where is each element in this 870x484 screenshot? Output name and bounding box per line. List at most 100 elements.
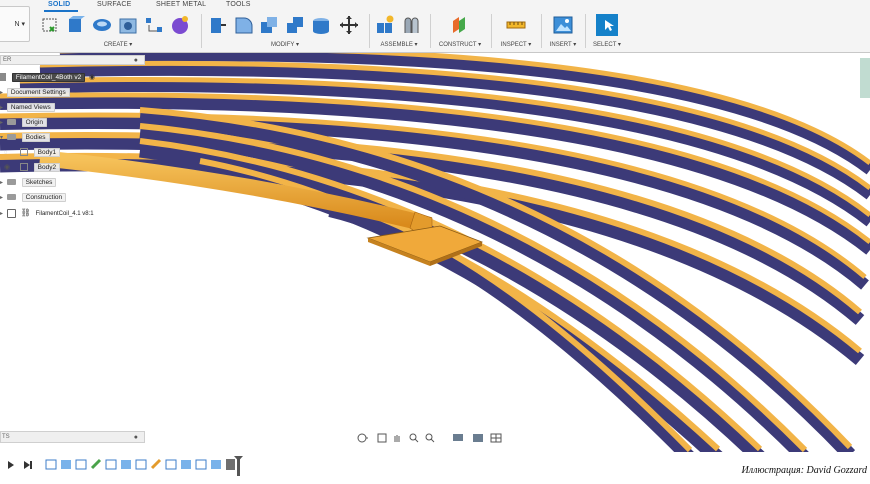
orbit-icon[interactable] — [357, 433, 368, 443]
comments-label: TS — [2, 434, 10, 440]
tab-sheet-metal[interactable]: SHEET METAL — [156, 1, 206, 8]
timeline — [0, 452, 870, 479]
toolbar-divider — [491, 14, 492, 48]
measure-icon[interactable] — [506, 15, 526, 35]
browser-item-linked-component[interactable]: ▸ ⛓ FilamentCoil_4.1 v8:1 — [0, 207, 94, 218]
press-pull-icon[interactable] — [207, 15, 227, 35]
browser-item-label: Origin — [21, 118, 47, 127]
browser-item-label: Document Settings — [6, 88, 70, 97]
browser-item-label: Construction — [21, 193, 67, 202]
joint-icon[interactable] — [401, 15, 421, 35]
select-menu[interactable]: SELECT ▾ — [588, 41, 626, 48]
expand-arrow-icon[interactable]: ▸ — [0, 178, 3, 189]
tab-solid[interactable]: SOLID — [48, 1, 70, 8]
visibility-eye-icon[interactable]: ◌ — [4, 148, 12, 159]
assemble-menu[interactable]: ASSEMBLE ▾ — [372, 41, 426, 48]
combine-icon[interactable] — [285, 15, 305, 35]
expand-arrow-icon[interactable]: ▸ — [0, 118, 3, 129]
construct-menu[interactable]: CONSTRUCT ▾ — [433, 41, 487, 48]
fit-icon[interactable] — [425, 433, 435, 443]
revolve-icon[interactable] — [92, 15, 112, 35]
play-icon[interactable] — [8, 461, 14, 469]
document-root[interactable]: FilamentCoil_4Both v2 ◉ — [0, 72, 95, 83]
grid-settings-icon[interactable] — [473, 434, 483, 442]
browser-settings-icon[interactable]: ● — [134, 56, 138, 65]
workspace-switcher[interactable]: N ▾ — [0, 6, 30, 42]
tab-surface[interactable]: SURFACE — [97, 1, 131, 8]
viewports-icon[interactable] — [490, 433, 502, 443]
construct-group: CONSTRUCT ▾ — [433, 12, 487, 50]
browser-item-label: Sketches — [21, 178, 57, 187]
folder-icon — [6, 119, 16, 126]
component-icon — [6, 208, 16, 218]
modify-menu[interactable]: MODIFY ▾ — [205, 41, 365, 48]
toolbar-divider — [369, 14, 370, 48]
browser-header: ER ● — [0, 55, 145, 65]
modify-group: MODIFY ▾ — [205, 12, 365, 50]
browser-item-label: Body1 — [33, 148, 61, 157]
insert-menu[interactable]: INSERT ▾ — [544, 41, 582, 48]
split-body-icon[interactable] — [311, 15, 331, 35]
folder-icon — [6, 134, 16, 141]
browser-item-origin[interactable]: ▸ Origin — [0, 117, 47, 128]
document-icon — [0, 73, 6, 82]
expand-arrow-icon[interactable]: ▾ — [0, 133, 3, 144]
pattern-icon[interactable] — [144, 15, 164, 35]
display-settings-icon[interactable] — [453, 434, 463, 441]
new-component-icon[interactable] — [375, 15, 395, 35]
shell-icon[interactable] — [259, 15, 279, 35]
create-menu[interactable]: CREATE ▾ — [38, 41, 198, 48]
visibility-eye-icon[interactable]: ◉ — [4, 162, 12, 173]
expand-arrow-icon[interactable]: ▸ — [0, 193, 3, 204]
move-icon[interactable] — [339, 15, 359, 35]
pan-icon[interactable] — [394, 435, 400, 442]
comments-panel[interactable]: TS ● — [0, 431, 145, 443]
inspect-menu[interactable]: INSPECT ▾ — [494, 41, 538, 48]
insert-group: INSERT ▾ — [544, 12, 582, 50]
select-group: SELECT ▾ — [588, 12, 626, 50]
expand-arrow-icon[interactable]: ▸ — [0, 88, 3, 99]
browser-item-body2[interactable]: ◉ Body2 — [4, 162, 61, 173]
select-icon[interactable] — [596, 14, 618, 36]
look-at-icon[interactable] — [377, 433, 387, 443]
tab-tools[interactable]: TOOLS — [226, 1, 251, 8]
browser-title: ER — [3, 57, 12, 63]
body-icon — [19, 148, 28, 157]
canvas-viewport[interactable] — [0, 52, 870, 458]
document-name: FilamentCoil_4Both v2 — [11, 73, 86, 82]
comments-settings-icon[interactable]: ● — [134, 432, 138, 443]
main-toolbar: N ▾ SOLID SURFACE SHEET METAL TOOLS CREA… — [0, 0, 870, 53]
toolbar-divider — [585, 14, 586, 48]
zoom-icon[interactable] — [409, 433, 419, 443]
navigation-bar — [355, 431, 515, 443]
create-group: CREATE ▾ — [38, 12, 198, 50]
fillet-icon[interactable] — [233, 15, 253, 35]
timeline-marker-icon[interactable] — [234, 456, 243, 476]
active-target-icon[interactable]: ◉ — [89, 74, 95, 81]
browser-item-label: Bodies — [21, 133, 50, 142]
browser-item-bodies[interactable]: ▾ Bodies — [0, 132, 50, 143]
extrude-icon[interactable] — [65, 15, 85, 35]
new-sketch-icon[interactable] — [40, 15, 60, 35]
browser-item-document-settings[interactable]: ▸ Document Settings — [0, 87, 70, 98]
step-forward-icon[interactable] — [24, 461, 32, 469]
browser-item-sketches[interactable]: ▸ Sketches — [0, 177, 57, 189]
offset-plane-icon[interactable] — [450, 15, 470, 35]
folder-icon — [6, 194, 16, 201]
browser-item-construction[interactable]: ▸ Construction — [0, 192, 67, 204]
expand-arrow-icon[interactable]: ▸ — [0, 103, 3, 114]
insert-image-icon[interactable] — [553, 15, 573, 35]
browser-item-named-views[interactable]: ▸ Named Views — [0, 102, 55, 113]
toolbar-divider — [430, 14, 431, 48]
form-icon[interactable] — [170, 15, 190, 35]
coil-model[interactable] — [0, 52, 870, 458]
browser-item-label: Named Views — [6, 103, 55, 112]
toolbar-divider — [201, 14, 202, 48]
timeline-features[interactable] — [45, 458, 235, 470]
browser-item-body1[interactable]: ◌ Body1 — [4, 147, 61, 159]
image-credit: Иллюстрация: David Gozzard — [741, 465, 867, 476]
link-icon: ⛓ — [20, 208, 31, 217]
expand-arrow-icon[interactable]: ▸ — [0, 209, 3, 220]
hole-icon[interactable] — [118, 15, 138, 35]
folder-icon — [6, 179, 16, 186]
